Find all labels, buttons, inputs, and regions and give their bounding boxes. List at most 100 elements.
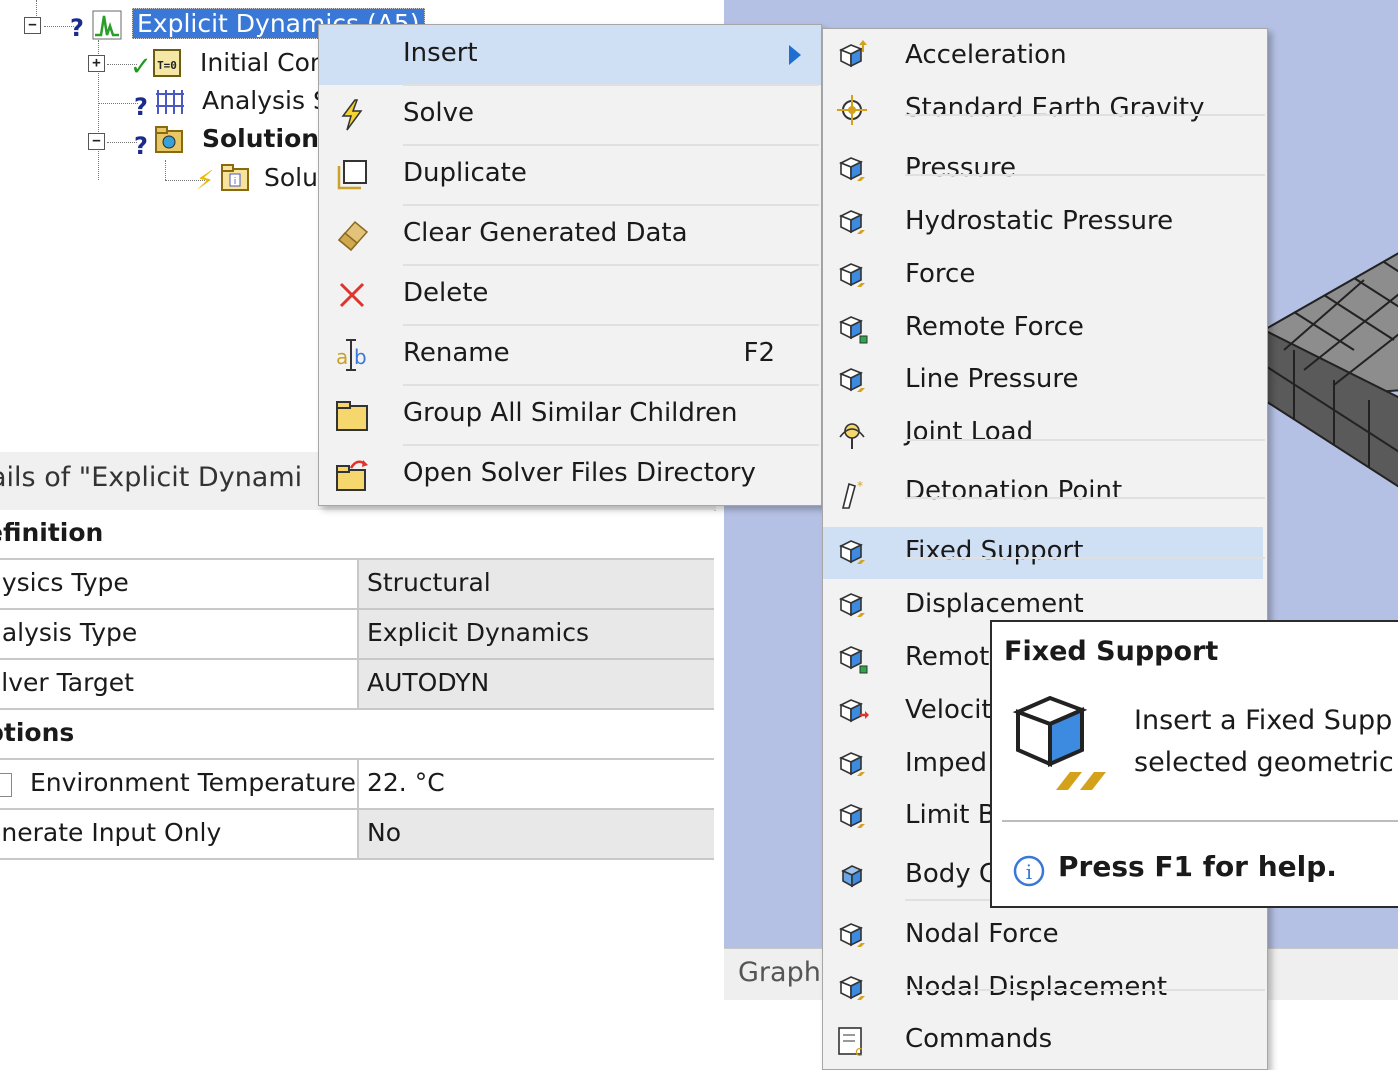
submenu-item-label: Force xyxy=(905,259,976,289)
submenu-arrow-icon xyxy=(789,45,801,65)
section-options[interactable]: ptions xyxy=(0,710,714,760)
expand-toggle[interactable]: + xyxy=(88,55,105,72)
menu-item-clear-generated-data[interactable]: Clear Generated Data xyxy=(319,205,821,265)
submenu-item-label: Commands xyxy=(905,1024,1053,1054)
menu-item-label: Solve xyxy=(403,98,475,128)
submenu-item-pressure[interactable]: Pressure xyxy=(823,144,1267,196)
tree-node-initial-conditions[interactable]: Initial Con xyxy=(200,48,326,78)
svg-text:i: i xyxy=(234,177,237,187)
submenu-item-fixed-support[interactable]: Fixed Support xyxy=(823,527,1263,579)
status-question-icon: ? xyxy=(70,14,84,42)
solution-icon xyxy=(155,126,183,153)
submenu-item-line-pressure[interactable]: Line Pressure xyxy=(823,355,1267,407)
details-row-generate-input-only[interactable]: enerate Input Only No xyxy=(0,810,714,860)
insert-submenu: Acceleration Standard Earth Gravity Pressu… xyxy=(822,28,1268,1070)
submenu-item-label: Velocit xyxy=(905,695,992,725)
row-value: Explicit Dynamics xyxy=(367,618,590,647)
svg-text:b: b xyxy=(354,345,367,369)
limit-boundary-icon xyxy=(839,804,865,828)
details-row-solver-target[interactable]: olver Target AUTODYN xyxy=(0,660,714,710)
menu-item-label: Open Solver Files Directory xyxy=(403,458,756,488)
submenu-item-standard-earth-gravity[interactable]: Standard Earth Gravity xyxy=(823,84,1267,136)
menu-item-open-solver-files-directory[interactable]: Open Solver Files Directory xyxy=(319,445,821,505)
row-value-cell: Structural xyxy=(357,560,714,608)
collapse-toggle[interactable]: − xyxy=(24,17,41,34)
submenu-item-nodal-force[interactable]: Nodal Force xyxy=(823,910,1267,962)
menu-item-insert[interactable]: Insert xyxy=(319,25,821,85)
menu-item-label: Duplicate xyxy=(403,158,527,188)
menu-item-group-all-similar-children[interactable]: Group All Similar Children xyxy=(319,385,821,445)
joint-load-icon xyxy=(839,423,865,449)
submenu-item-detonation-point[interactable]: * Detonation Point xyxy=(823,467,1267,519)
mesh-model xyxy=(1264,252,1398,488)
details-panel: ails of "Explicit Dynami efinition hysic… xyxy=(0,452,716,1056)
pressure-icon xyxy=(839,157,865,181)
section-definition[interactable]: efinition xyxy=(0,510,714,560)
menu-item-rename[interactable]: a b Rename F2 xyxy=(319,325,821,385)
menu-item-solve[interactable]: Solve xyxy=(319,85,821,145)
remote-force-icon xyxy=(839,316,868,344)
fixed-support-icon xyxy=(839,540,865,564)
commands-icon: c xyxy=(838,1027,863,1058)
displacement-icon xyxy=(839,593,865,617)
submenu-item-label: Nodal Force xyxy=(905,919,1059,949)
submenu-item-label: Limit B xyxy=(905,800,996,830)
remote-displacement-icon xyxy=(839,646,868,674)
row-key: hysics Type xyxy=(0,568,129,597)
details-row-physics-type[interactable]: hysics Type Structural xyxy=(0,560,714,610)
detonation-point-icon: * xyxy=(841,479,863,509)
submenu-item-force[interactable]: Force xyxy=(823,250,1267,302)
details-row-environment-temperature[interactable]: Environment Temperature 22. °C xyxy=(0,760,714,810)
section-options-label: ptions xyxy=(0,718,75,747)
eraser-icon xyxy=(337,220,369,252)
submenu-item-label: Acceleration xyxy=(905,40,1067,70)
fixed-support-large-icon xyxy=(1012,695,1106,790)
svg-text:*: * xyxy=(857,479,863,493)
tree-node-analysis-settings[interactable]: Analysis S xyxy=(202,86,329,116)
details-title: ails of "Explicit Dynami xyxy=(0,462,303,493)
delete-icon xyxy=(339,282,365,308)
menu-item-label: Insert xyxy=(403,38,478,68)
submenu-item-label: Nodal Displacement xyxy=(905,972,1168,1002)
parameter-checkbox[interactable] xyxy=(0,773,12,797)
submenu-item-hydrostatic-pressure[interactable]: Hydrostatic Pressure xyxy=(823,197,1267,249)
menu-item-label: Rename xyxy=(403,338,510,368)
solution-information-icon: i xyxy=(221,164,249,191)
submenu-item-joint-load[interactable]: Joint Load xyxy=(823,408,1267,460)
menu-item-delete[interactable]: Delete xyxy=(319,265,821,325)
row-key: olver Target xyxy=(0,668,134,697)
section-definition-label: efinition xyxy=(0,518,104,547)
menu-item-label: Clear Generated Data xyxy=(403,218,688,248)
graph-tab-label[interactable]: Graph xyxy=(738,957,821,988)
context-menu: Insert Solve Duplicate Clear Generated D… xyxy=(318,24,822,506)
row-value: AUTODYN xyxy=(367,668,490,697)
submenu-item-acceleration[interactable]: Acceleration xyxy=(823,31,1267,83)
svg-text:a: a xyxy=(336,345,348,369)
menu-item-label: Delete xyxy=(403,278,489,308)
tree-node-solution-information[interactable]: Solu xyxy=(264,163,318,193)
status-question-icon: ? xyxy=(134,132,148,160)
collapse-toggle[interactable]: − xyxy=(88,133,105,150)
row-value-cell[interactable]: 22. °C xyxy=(357,760,714,808)
svg-text:i: i xyxy=(1026,860,1032,884)
folder-icon xyxy=(336,401,368,431)
fixed-support-tooltip: Fixed Support Insert a Fixed Supp select… xyxy=(990,620,1398,908)
earth-gravity-icon xyxy=(837,95,867,125)
row-value: No xyxy=(367,818,401,847)
tree-node-solution[interactable]: Solution xyxy=(202,124,319,154)
submenu-item-label: Detonation Point xyxy=(905,476,1123,506)
force-icon xyxy=(839,263,865,287)
info-icon: i xyxy=(1013,855,1045,887)
submenu-item-remote-force[interactable]: Remote Force xyxy=(823,303,1267,355)
submenu-item-label: Standard Earth Gravity xyxy=(905,93,1205,123)
submenu-item-commands[interactable]: c Commands xyxy=(823,1015,1267,1067)
status-lightning-icon: ⚡ xyxy=(196,166,215,196)
details-row-analysis-type[interactable]: nalysis Type Explicit Dynamics xyxy=(0,610,714,660)
menu-item-label: Group All Similar Children xyxy=(403,398,738,428)
body-control-icon xyxy=(841,865,863,888)
submenu-item-label: Imped xyxy=(905,748,987,778)
menu-item-shortcut: F2 xyxy=(743,338,776,368)
svg-text:T=0: T=0 xyxy=(157,59,177,72)
menu-item-duplicate[interactable]: Duplicate xyxy=(319,145,821,205)
row-value-cell: AUTODYN xyxy=(357,660,714,708)
